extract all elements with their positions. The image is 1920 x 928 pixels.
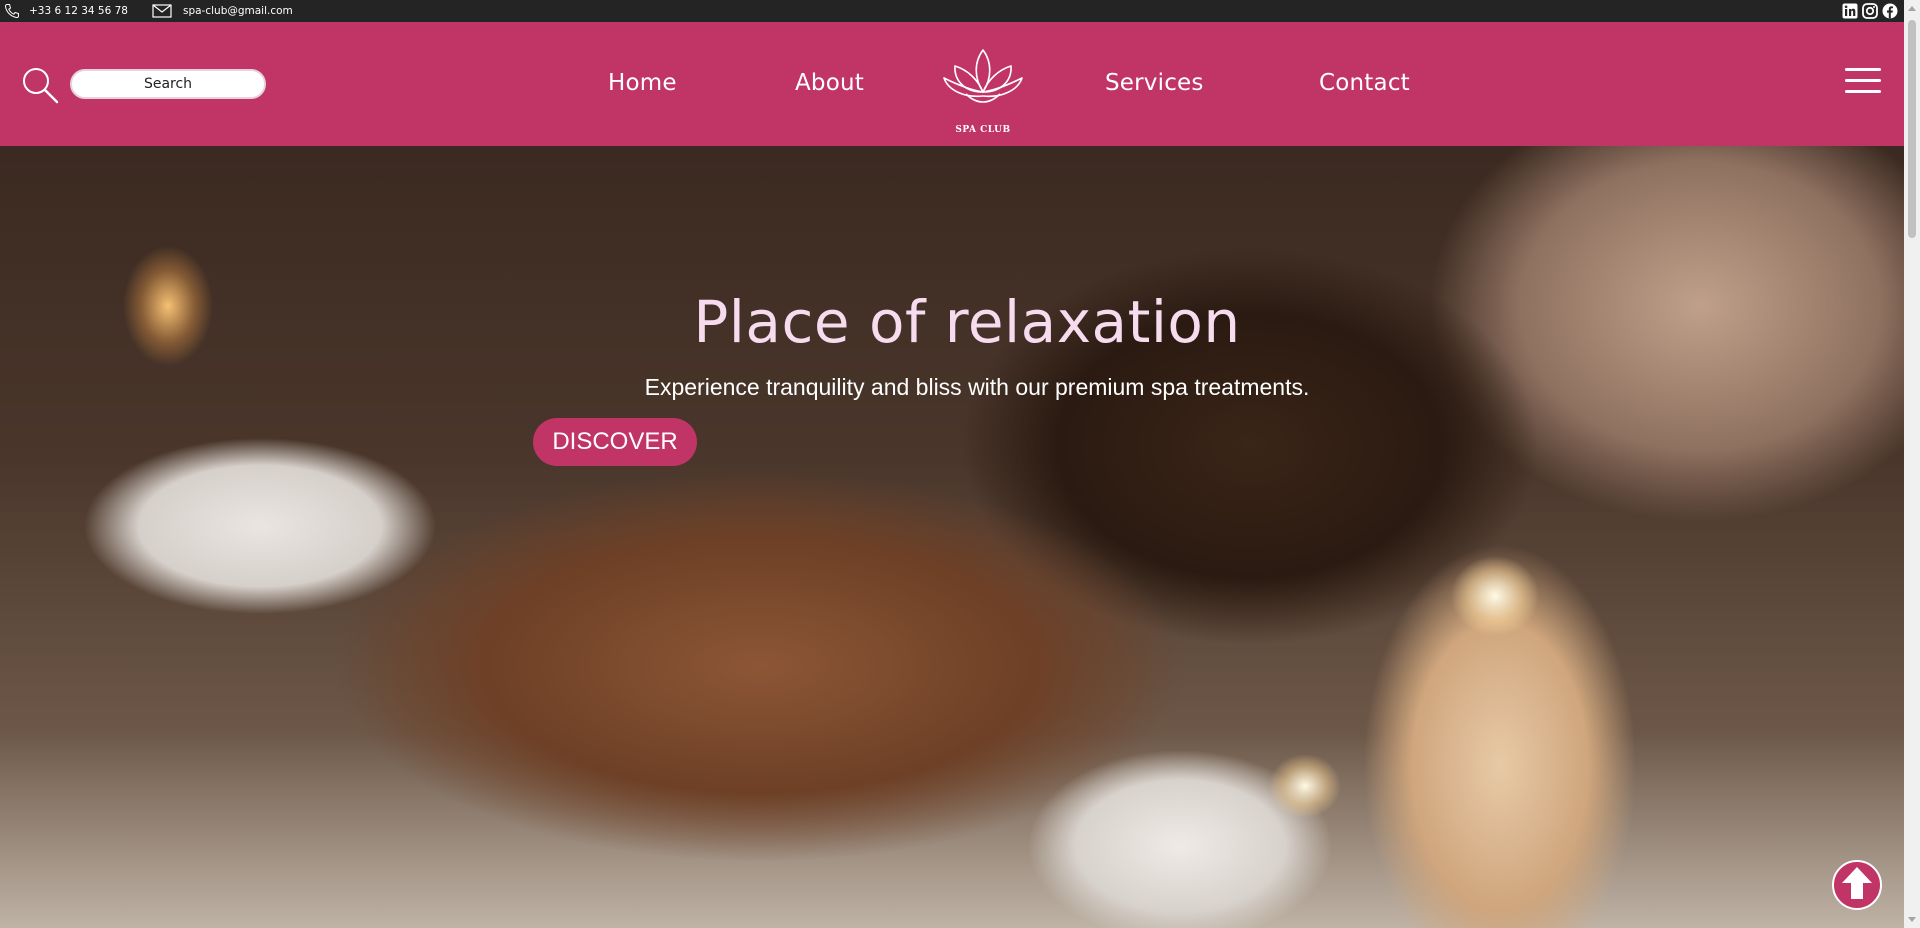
discover-button[interactable]: DISCOVER [533, 418, 697, 466]
email-address: spa-club@gmail.com [182, 5, 293, 17]
mail-icon [152, 4, 172, 18]
linkedin-icon[interactable] [1842, 3, 1858, 19]
nav-contact[interactable]: Contact [1319, 70, 1410, 96]
arrow-up-icon [1840, 865, 1874, 906]
scrollbar-thumb[interactable] [1908, 20, 1916, 238]
scroll-down-arrow[interactable] [1908, 917, 1916, 922]
logo-text: SPA CLUB [955, 125, 1011, 135]
scroll-up-arrow[interactable] [1908, 6, 1916, 11]
site-header: Home About Services Contact SPA CLUB [0, 22, 1904, 146]
facebook-icon[interactable] [1882, 3, 1898, 19]
phone-number: +33 6 12 34 56 78 [29, 5, 128, 17]
nav-services[interactable]: Services [1105, 70, 1204, 96]
contact-bar: +33 6 12 34 56 78 spa-club@gmail.com [0, 0, 1920, 22]
instagram-icon[interactable] [1862, 3, 1878, 19]
nav-about[interactable]: About [795, 70, 864, 96]
hero-title: Place of relaxation [693, 288, 1241, 356]
spa-club-logo[interactable]: SPA CLUB [938, 44, 1028, 140]
email-contact[interactable]: spa-club@gmail.com [152, 4, 293, 18]
social-links [1842, 3, 1898, 19]
page-scrollbar[interactable] [1904, 0, 1920, 928]
menu-icon[interactable] [1845, 68, 1881, 98]
phone-icon [4, 3, 20, 19]
search-input[interactable] [70, 69, 266, 99]
scroll-to-top-button[interactable] [1832, 860, 1882, 910]
hero-section: Place of relaxation Experience tranquili… [0, 146, 1904, 928]
nav-home[interactable]: Home [608, 70, 677, 96]
phone-contact[interactable]: +33 6 12 34 56 78 [4, 3, 128, 19]
search-icon[interactable] [21, 66, 59, 109]
hero-subtitle: Experience tranquility and bliss with ou… [644, 374, 1310, 400]
